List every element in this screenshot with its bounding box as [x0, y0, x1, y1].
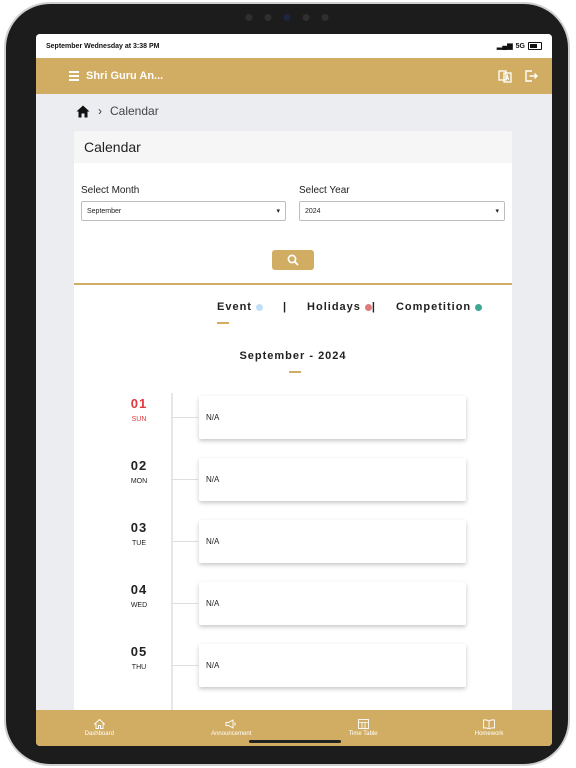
status-icons: ▂▄▆ 5G	[497, 42, 542, 50]
search-button[interactable]	[272, 250, 314, 270]
app-screen: September Wednesday at 3:38 PM ▂▄▆ 5G Sh…	[36, 34, 552, 746]
megaphone-icon	[225, 719, 236, 729]
front-camera	[245, 14, 329, 21]
day-row: 02 MON N/A	[114, 458, 514, 504]
event-card[interactable]: N/A	[199, 458, 466, 501]
day-row: 04 WED N/A	[114, 582, 514, 628]
holidays-dot	[364, 303, 372, 311]
home-icon	[93, 719, 105, 729]
event-card[interactable]: N/A	[199, 520, 466, 563]
day-name: SUN	[131, 416, 147, 423]
legend-competition[interactable]: Competition	[396, 301, 483, 313]
breadcrumb: › Calendar	[76, 104, 159, 118]
event-card[interactable]: N/A	[199, 644, 466, 687]
search-icon	[287, 254, 299, 266]
day-number: 05	[130, 644, 148, 659]
nav-homework[interactable]: Homework	[475, 719, 503, 737]
nav-announcement[interactable]: Announcement	[211, 719, 251, 737]
month-title: September - 2024	[239, 350, 347, 362]
home-icon[interactable]	[76, 105, 90, 118]
competition-dot	[475, 303, 483, 311]
day-row: 05 THU N/A	[114, 644, 514, 690]
calendar-card: Calendar Select Month September ▾ Select…	[74, 131, 512, 746]
day-name: WED	[130, 602, 148, 609]
day-name: THU	[131, 664, 147, 671]
year-label: Select Year	[299, 185, 350, 196]
chevron-down-icon: ▾	[276, 208, 280, 215]
day-number: 03	[130, 520, 148, 535]
timeline-connector	[172, 541, 198, 542]
legend: Event | Holidays | Competition	[217, 301, 483, 313]
timeline-connector	[172, 479, 198, 480]
card-title: Calendar	[84, 139, 141, 155]
nav-dashboard[interactable]: Dashboard	[85, 719, 114, 737]
day-date: 01 SUN	[114, 396, 164, 423]
day-date: 03 TUE	[114, 520, 164, 547]
day-row: 03 TUE N/A	[114, 520, 514, 566]
menu-icon[interactable]	[69, 71, 79, 81]
page-content: › Calendar Calendar Select Month Septemb…	[36, 94, 552, 746]
timeline-connector	[172, 665, 198, 666]
event-card[interactable]: N/A	[199, 582, 466, 625]
chevron-down-icon: ▾	[495, 208, 499, 215]
day-name: MON	[130, 478, 148, 485]
day-number: 01	[130, 396, 148, 411]
chevron-right-icon: ›	[98, 104, 102, 118]
day-date: 05 THU	[114, 644, 164, 671]
timeline-connector	[172, 417, 198, 418]
timeline-line	[171, 393, 173, 746]
breadcrumb-current: Calendar	[110, 104, 159, 118]
book-icon	[483, 719, 496, 729]
month-value: September	[87, 207, 122, 215]
legend-event[interactable]: Event	[217, 301, 263, 313]
day-date: 04 WED	[114, 582, 164, 609]
tablet-frame: September Wednesday at 3:38 PM ▂▄▆ 5G Sh…	[6, 4, 568, 764]
month-label: Select Month	[81, 185, 140, 196]
card-header: Calendar	[74, 131, 512, 163]
month-select[interactable]: September ▾	[81, 201, 286, 221]
day-date: 02 MON	[114, 458, 164, 485]
bottom-navigation: Dashboard Announcement Time Table Homewo…	[36, 710, 552, 746]
signal-icon: ▂▄▆	[496, 43, 513, 50]
event-dot	[255, 303, 263, 311]
section-divider	[74, 283, 512, 285]
status-time: September Wednesday at 3:38 PM	[46, 42, 160, 50]
nav-time-table[interactable]: Time Table	[349, 719, 378, 737]
year-value: 2024	[305, 207, 321, 215]
legend-separator: |	[282, 301, 288, 313]
day-row: 01 SUN N/A	[114, 396, 514, 442]
month-title-underline	[289, 371, 301, 373]
app-title: Shri Guru An...	[86, 70, 164, 82]
battery-icon	[528, 42, 542, 50]
translate-icon[interactable]	[498, 69, 512, 83]
day-number: 04	[130, 582, 148, 597]
year-field: Select Year 2024 ▾	[299, 185, 505, 221]
legend-holidays[interactable]: Holidays |	[307, 301, 376, 313]
legend-active-indicator	[217, 322, 229, 324]
logout-icon[interactable]	[524, 69, 538, 83]
app-bar: Shri Guru An...	[36, 58, 552, 94]
day-name: TUE	[132, 540, 146, 547]
network-label: 5G	[515, 42, 525, 50]
day-number: 02	[130, 458, 148, 473]
home-indicator	[249, 740, 341, 743]
year-select[interactable]: 2024 ▾	[299, 201, 505, 221]
event-card[interactable]: N/A	[199, 396, 466, 439]
month-field: Select Month September ▾	[81, 185, 286, 221]
timeline-connector	[172, 603, 198, 604]
timetable-icon	[357, 719, 369, 729]
status-bar: September Wednesday at 3:38 PM ▂▄▆ 5G	[36, 34, 552, 58]
